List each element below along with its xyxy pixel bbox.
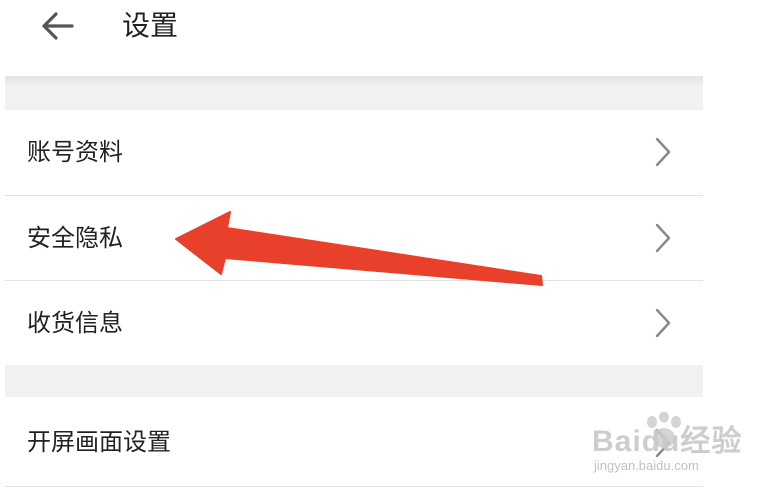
baidu-watermark: Baidu经验 jingyan.baidu.com: [588, 410, 768, 494]
top-bar: 设置: [0, 0, 768, 76]
settings-item-label: 开屏画面设置: [27, 428, 171, 456]
settings-item-account-profile[interactable]: 账号资料: [5, 110, 703, 194]
watermark-url: jingyan.baidu.com: [594, 458, 699, 473]
section-separator: [5, 76, 703, 110]
watermark-brand: Baidu经验: [592, 425, 743, 458]
settings-item-shipping-info[interactable]: 收货信息: [5, 281, 703, 365]
settings-item-label: 安全隐私: [27, 224, 123, 252]
chevron-right-icon: [655, 308, 671, 338]
back-arrow-icon: [42, 12, 74, 40]
section-separator: [5, 365, 703, 397]
settings-item-label: 收货信息: [27, 309, 123, 337]
page-title: 设置: [122, 9, 179, 42]
settings-item-label: 账号资料: [27, 138, 123, 166]
chevron-right-icon: [655, 137, 671, 167]
chevron-right-icon: [655, 223, 671, 253]
settings-item-security-privacy[interactable]: 安全隐私: [5, 196, 703, 280]
back-button[interactable]: [38, 6, 78, 46]
